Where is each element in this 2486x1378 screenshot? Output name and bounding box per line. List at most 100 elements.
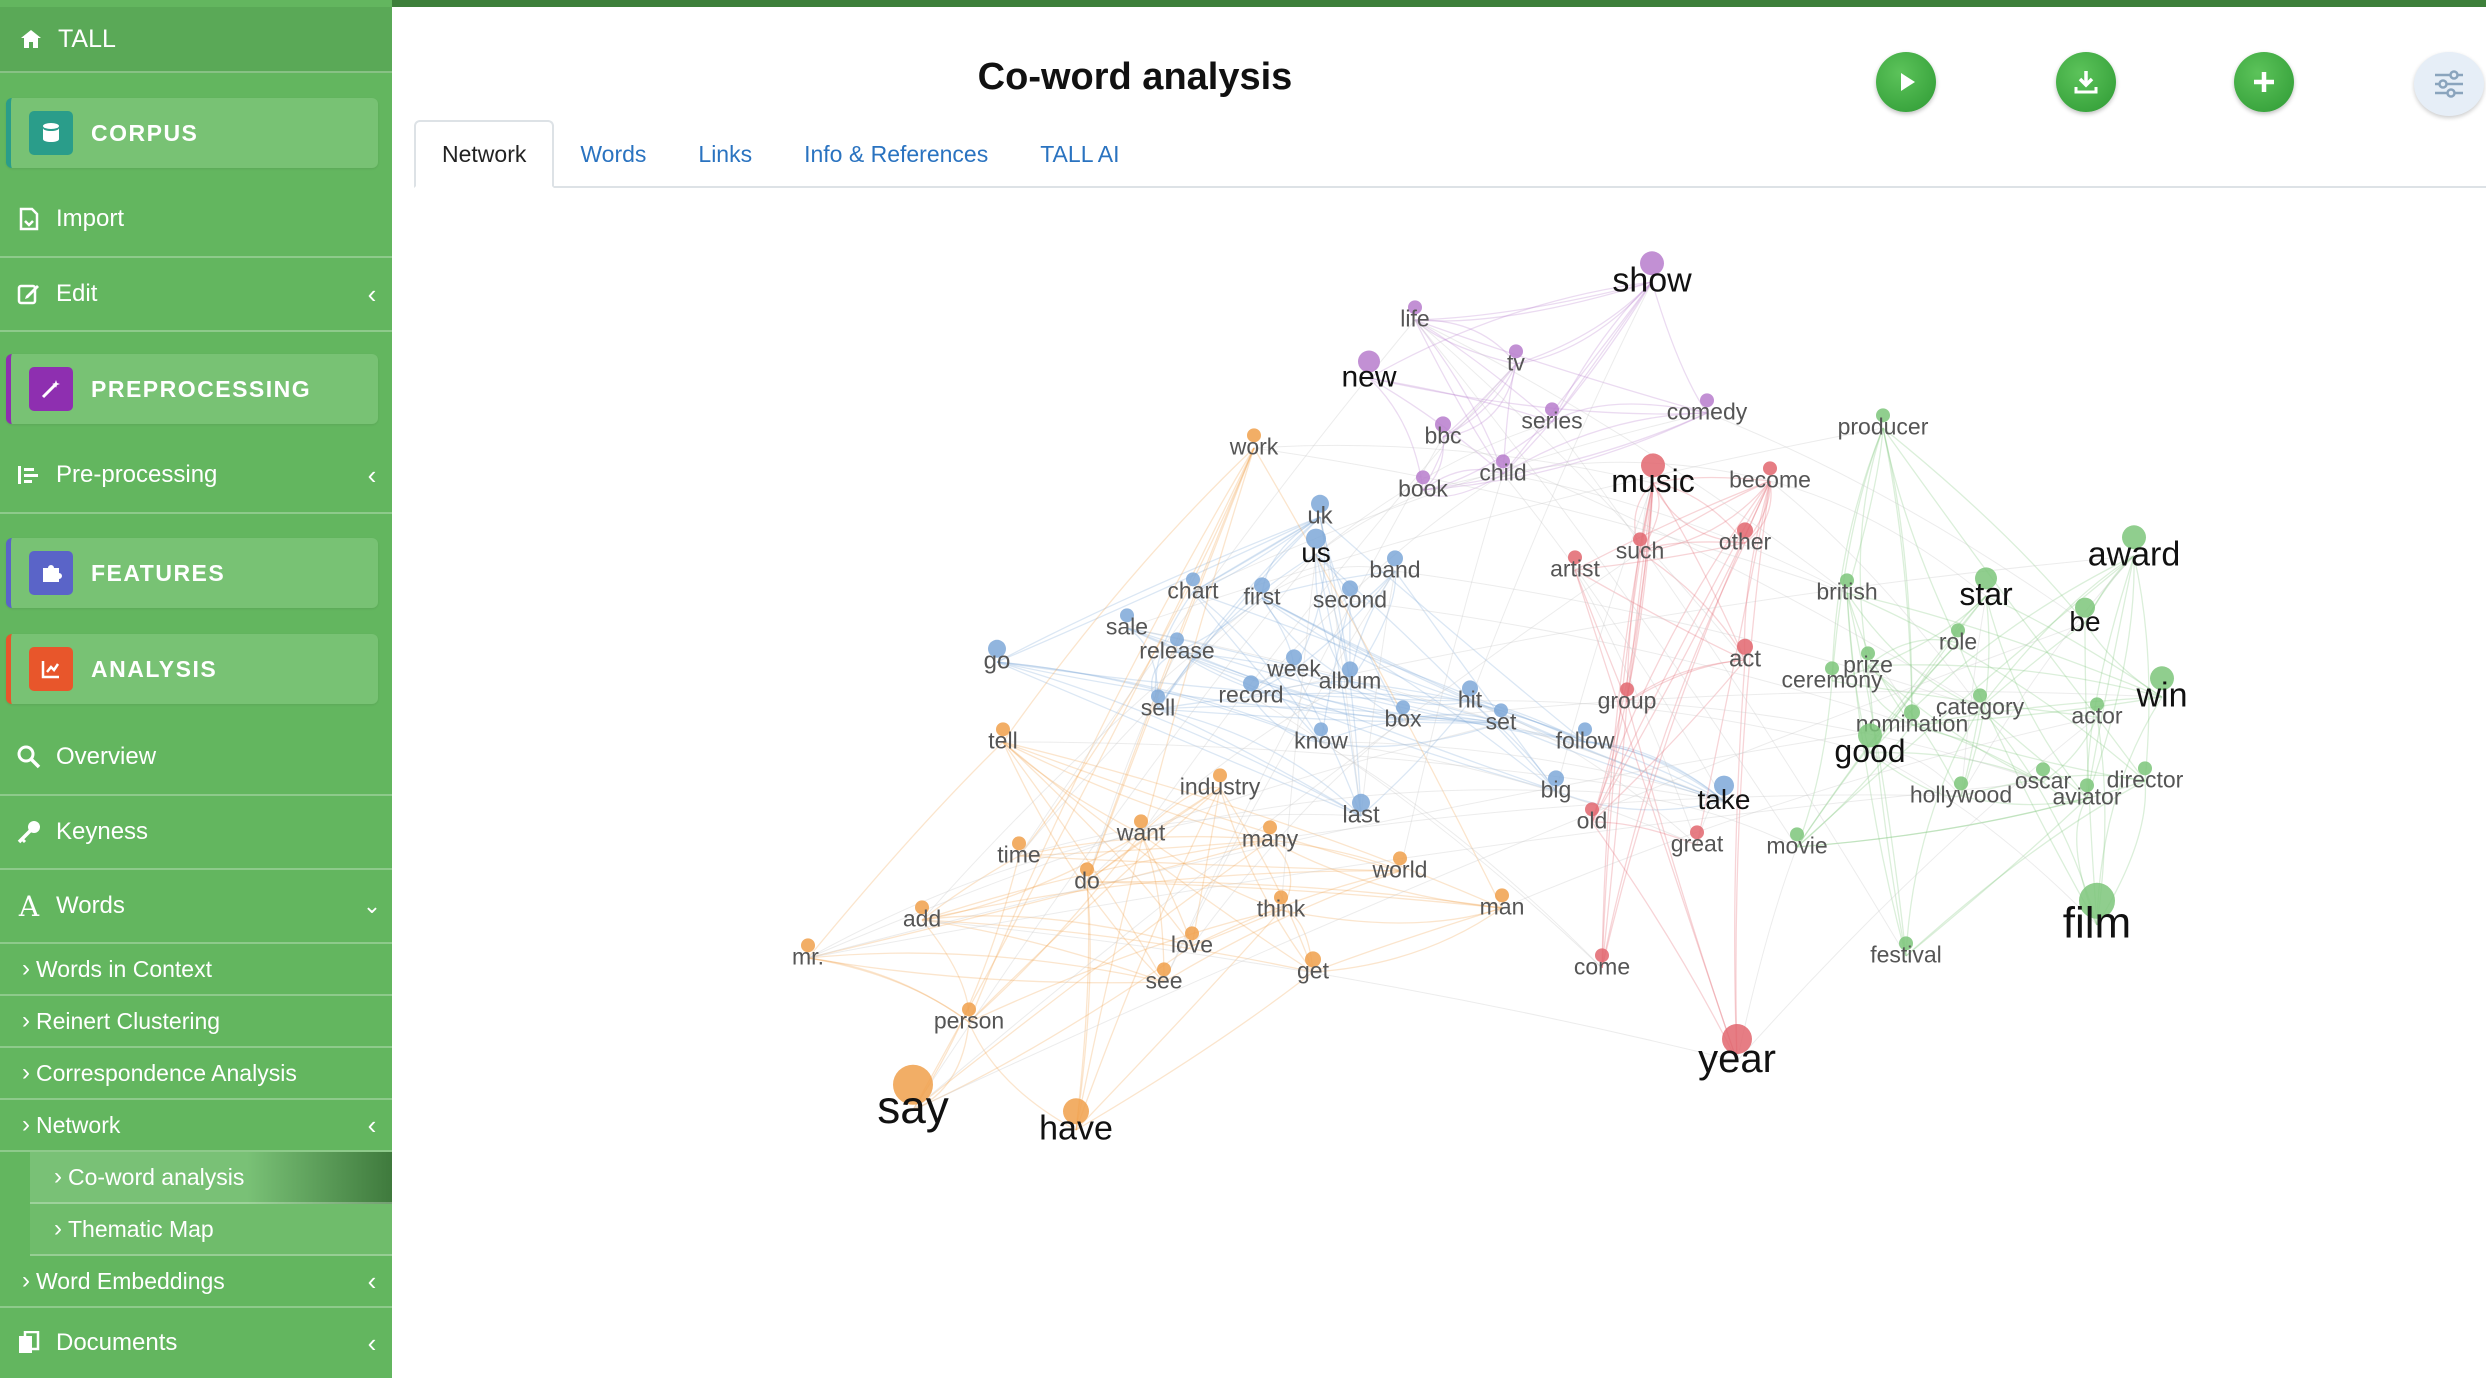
network-label-old: old	[1577, 807, 1608, 833]
sidebar-item-label: Documents	[56, 1329, 178, 1356]
sidebar-item-pre-processing[interactable]: Pre-processing ‹	[0, 438, 392, 514]
network-edge	[1075, 971, 1314, 1131]
chevron-down-icon: ⌄	[362, 893, 382, 918]
network-edge	[1882, 427, 1959, 644]
tab-links[interactable]: Links	[672, 122, 778, 186]
tab-bar: Network Words Links Info & References TA…	[414, 120, 2486, 188]
chevron-right-icon: ›	[54, 1163, 62, 1190]
tab-words[interactable]: Words	[554, 122, 672, 186]
network-label-time: time	[997, 841, 1040, 867]
coword-network-graph[interactable]: show life tv new series comedy bbc book child mus…	[398, 190, 2486, 1378]
network-label-win: win	[2135, 677, 2187, 715]
sidebar-item-label: Pre-processing	[56, 461, 218, 488]
database-icon	[29, 111, 73, 155]
network-edge	[1280, 907, 1503, 924]
run-button[interactable]	[1876, 52, 1936, 112]
sidebar-item-label: Thematic Map	[68, 1215, 214, 1242]
chevron-left-icon: ‹	[367, 459, 377, 490]
network-edge	[1319, 516, 1586, 743]
settings-button[interactable]	[2414, 52, 2484, 116]
sidebar-item-label: Words in Context	[36, 955, 212, 982]
network-label-set: set	[1486, 708, 1517, 734]
network-label-chart: chart	[1167, 577, 1219, 603]
tab-network[interactable]: Network	[414, 120, 555, 188]
chevron-left-icon: ‹	[367, 1109, 377, 1140]
network-label-child: child	[1479, 459, 1526, 485]
network-edge	[1882, 427, 1913, 726]
sidebar-item-edit[interactable]: Edit ‹	[0, 258, 392, 332]
network-edge	[1574, 569, 1628, 703]
section-corpus-label: CORPUS	[91, 119, 199, 146]
sidebar-item-words[interactable]: A Words ⌄	[0, 870, 392, 944]
network-label-tell: tell	[988, 727, 1017, 753]
sidebar-item-label: Reinert Clustering	[36, 1007, 221, 1034]
sidebar-item-import[interactable]: Import	[0, 182, 392, 258]
section-features-label: FEATURES	[91, 559, 226, 586]
sidebar-item-words-in-context[interactable]: › Words in Context	[0, 944, 392, 996]
sidebar-item-label: Network	[36, 1111, 121, 1138]
sidebar-item-label: Correspondence Analysis	[36, 1059, 297, 1086]
network-label-follow: follow	[1556, 727, 1615, 753]
app-brand[interactable]: TALL	[0, 7, 392, 73]
network-label-hollywood: hollywood	[1910, 781, 2012, 807]
network-label-sell: sell	[1141, 694, 1176, 720]
search-icon	[14, 742, 44, 772]
network-label-tv: tv	[1507, 349, 1525, 375]
sidebar-item-keyness[interactable]: Keyness	[0, 796, 392, 870]
network-label-know: know	[1294, 727, 1348, 753]
network-label-series: series	[1521, 407, 1582, 433]
network-label-hit: hit	[1458, 686, 1483, 712]
sidebar-item-reinert-clustering[interactable]: › Reinert Clustering	[0, 996, 392, 1048]
network-label-big: big	[1541, 776, 1572, 802]
sidebar-item-thematic-map[interactable]: › Thematic Map	[30, 1204, 392, 1256]
sidebar-item-overview[interactable]: Overview	[0, 720, 392, 796]
sidebar-item-co-word-analysis[interactable]: › Co-word analysis	[30, 1152, 392, 1204]
chevron-left-icon: ‹	[367, 1327, 377, 1358]
list-settings-icon	[14, 460, 44, 490]
home-icon	[16, 24, 46, 54]
analysis-icon	[29, 647, 73, 691]
network-edge	[1414, 319, 1517, 365]
chevron-left-icon: ‹	[367, 1265, 377, 1296]
chevron-right-icon: ›	[22, 1007, 30, 1034]
chevron-right-icon: ›	[22, 1267, 30, 1294]
network-label-person: person	[934, 1007, 1004, 1033]
file-import-icon	[14, 204, 44, 234]
tab-tall-ai[interactable]: TALL AI	[1014, 122, 1145, 186]
sidebar-item-documents[interactable]: Documents ‹	[0, 1308, 392, 1378]
puzzle-icon	[29, 551, 73, 595]
sidebar-item-correspondence-analysis[interactable]: › Correspondence Analysis	[0, 1048, 392, 1100]
add-button[interactable]	[2234, 52, 2294, 112]
network-label-book: book	[1398, 475, 1448, 501]
plus-icon	[2254, 72, 2274, 92]
network-edge	[1706, 412, 2086, 624]
network-edge	[921, 919, 1738, 1062]
download-button[interactable]	[2056, 52, 2116, 112]
network-label-do: do	[1074, 867, 1100, 893]
sidebar-item-word-embeddings[interactable]: › Word Embeddings ‹	[0, 1256, 392, 1308]
section-corpus[interactable]: CORPUS	[6, 98, 378, 168]
network-label-movie: movie	[1766, 832, 1827, 858]
network-label-award: award	[2088, 536, 2181, 574]
tab-info-references[interactable]: Info & References	[778, 122, 1014, 186]
section-preprocessing[interactable]: PREPROCESSING	[6, 354, 378, 424]
network-label-show: show	[1612, 262, 1692, 300]
section-features[interactable]: FEATURES	[6, 538, 378, 608]
network-label-say: say	[877, 1081, 949, 1133]
network-label-be: be	[2069, 606, 2100, 637]
network-label-good: good	[1834, 733, 1905, 769]
sidebar: TALL CORPUS Import Edit ‹ PREPROCESSING …	[0, 0, 392, 1378]
chevron-right-icon: ›	[22, 1111, 30, 1138]
sidebar-item-label: Keyness	[56, 818, 149, 845]
sidebar-item-network[interactable]: › Network ‹	[0, 1100, 392, 1152]
network-label-sale: sale	[1106, 613, 1148, 639]
section-preprocessing-label: PREPROCESSING	[91, 375, 312, 402]
key-icon	[14, 817, 44, 847]
network-label-many: many	[1242, 825, 1299, 851]
network-edge	[921, 919, 1314, 973]
sliders-icon	[2435, 70, 2463, 98]
edit-icon	[14, 279, 44, 309]
network-label-record: record	[1218, 681, 1283, 707]
network-label-add: add	[903, 905, 941, 931]
section-analysis[interactable]: ANALYSIS	[6, 634, 378, 704]
